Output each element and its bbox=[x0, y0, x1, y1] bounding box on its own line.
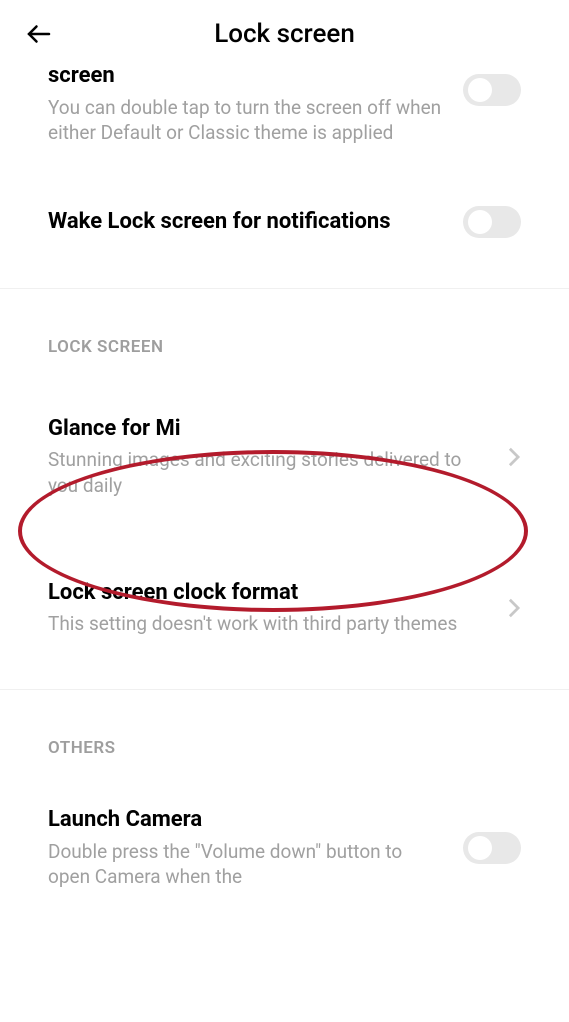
section-others: OTHERS bbox=[0, 690, 569, 768]
setting-launch-camera[interactable]: Launch Camera Double press the "Volume d… bbox=[0, 768, 569, 890]
setting-text: Wake Lock screen for notifications bbox=[48, 208, 463, 237]
chevron-right-icon bbox=[507, 597, 521, 619]
setting-title: Lock screen clock format bbox=[48, 579, 487, 608]
setting-desc: Double press the "Volume down" button to… bbox=[48, 839, 443, 890]
setting-clock-format[interactable]: Lock screen clock format This setting do… bbox=[0, 539, 569, 689]
setting-text: Glance for Mi Stunning images and exciti… bbox=[48, 415, 507, 499]
setting-desc: You can double tap to turn the screen of… bbox=[48, 95, 443, 146]
setting-text: Lock screen clock format This setting do… bbox=[48, 579, 507, 637]
toggle-knob bbox=[468, 78, 492, 102]
setting-text: screen You can double tap to turn the sc… bbox=[48, 68, 463, 146]
toggle-launch-camera[interactable] bbox=[463, 832, 521, 864]
page-title: Lock screen bbox=[24, 19, 545, 49]
toggle-wake-lock[interactable] bbox=[463, 206, 521, 238]
toggle-knob bbox=[468, 210, 492, 234]
header: Lock screen bbox=[0, 0, 569, 68]
toggle-double-tap[interactable] bbox=[463, 74, 521, 106]
setting-title: Launch Camera bbox=[48, 806, 443, 835]
setting-glance-for-mi[interactable]: Glance for Mi Stunning images and exciti… bbox=[0, 367, 569, 539]
setting-wake-lock[interactable]: Wake Lock screen for notifications bbox=[0, 168, 569, 288]
setting-title: Glance for Mi bbox=[48, 415, 487, 444]
setting-title: Wake Lock screen for notifications bbox=[48, 208, 443, 237]
chevron-right-icon bbox=[507, 446, 521, 468]
toggle-knob bbox=[468, 836, 492, 860]
setting-desc: Stunning images and exciting stories del… bbox=[48, 447, 487, 498]
setting-double-tap[interactable]: screen You can double tap to turn the sc… bbox=[0, 68, 569, 168]
section-lock-screen: LOCK SCREEN bbox=[0, 289, 569, 367]
settings-content: screen You can double tap to turn the sc… bbox=[0, 68, 569, 890]
setting-text: Launch Camera Double press the "Volume d… bbox=[48, 806, 463, 890]
setting-desc: This setting doesn't work with third par… bbox=[48, 611, 487, 637]
setting-title-partial: screen bbox=[48, 62, 443, 91]
